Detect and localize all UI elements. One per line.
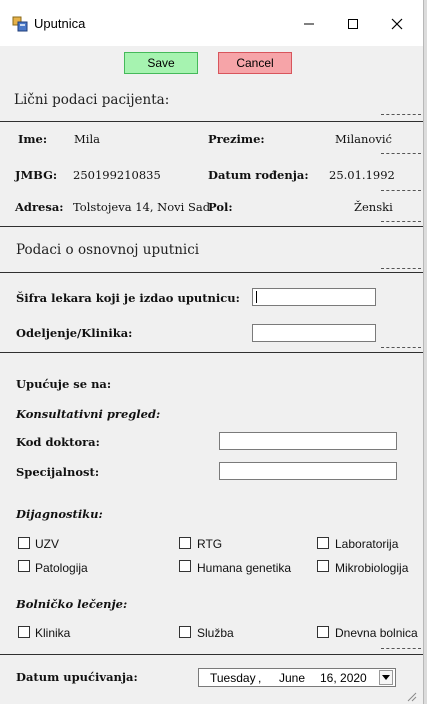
divider xyxy=(0,226,423,227)
specijalnost-input[interactable] xyxy=(219,462,397,480)
klinika-label: Klinika xyxy=(35,626,71,640)
minimize-button[interactable] xyxy=(286,8,332,40)
sifra-lekara-label: Šifra lekara koji je izdao uputnicu: xyxy=(16,291,240,305)
humana-genetika-checkbox[interactable] xyxy=(179,560,191,572)
patologija-checkbox[interactable] xyxy=(18,560,30,572)
dnevna-bolnica-checkbox[interactable] xyxy=(317,626,329,638)
resize-grip-icon[interactable] xyxy=(405,690,417,702)
save-button[interactable]: Save xyxy=(124,52,198,74)
patologija-label: Patologija xyxy=(35,561,88,575)
date-dropdown-button[interactable] xyxy=(379,670,393,685)
rtg-label: RTG xyxy=(197,537,223,551)
maximize-icon xyxy=(348,19,358,29)
pol-value: Ženski xyxy=(354,200,393,214)
sluzba-checkbox[interactable] xyxy=(179,626,191,638)
app-icon xyxy=(12,16,28,32)
konsultativni-heading: Konsultativni pregled: xyxy=(16,407,161,421)
cancel-button[interactable]: Cancel xyxy=(218,52,292,74)
minimize-icon xyxy=(304,23,314,25)
divider xyxy=(0,272,423,273)
date-month[interactable]: June xyxy=(279,671,305,685)
adresa-value: Tolstojeva 14, Novi Sad xyxy=(73,200,211,214)
laboratorija-label: Laboratorija xyxy=(335,537,399,551)
laboratorija-checkbox[interactable] xyxy=(317,537,329,549)
chevron-down-icon xyxy=(382,675,390,680)
ime-value: Mila xyxy=(74,132,100,146)
text-caret xyxy=(256,291,257,303)
date-day-year[interactable]: 16, 2020 xyxy=(320,671,367,685)
adresa-label: Adresa: xyxy=(15,200,64,214)
specijalnost-label: Specijalnost: xyxy=(16,465,100,479)
odeljenje-label: Odeljenje/Klinika: xyxy=(16,326,133,340)
datum-upucivanja-label: Datum upućivanja: xyxy=(16,670,138,684)
date-weekday[interactable]: Tuesday xyxy=(210,671,256,685)
ime-label: Ime: xyxy=(18,132,48,146)
upucuje-heading: Upućuje se na: xyxy=(16,377,112,391)
window-title: Uputnica xyxy=(34,16,86,31)
sluzba-label: Služba xyxy=(197,626,234,640)
referral-section-title: Podaci o osnovnoj uputnici xyxy=(16,242,200,258)
bolnicko-heading: Bolničko lečenje: xyxy=(16,597,128,611)
close-button[interactable] xyxy=(374,8,420,40)
divider-dash xyxy=(381,268,421,269)
divider xyxy=(0,121,423,122)
divider-dash xyxy=(381,221,421,222)
divider-dash xyxy=(381,347,421,348)
title-bar[interactable]: Uputnica xyxy=(0,0,423,46)
jmbg-value: 250199210835 xyxy=(73,168,161,182)
dnevna-bolnica-label: Dnevna bolnica xyxy=(335,626,418,640)
maximize-button[interactable] xyxy=(330,8,376,40)
divider-dash xyxy=(381,190,421,191)
pol-label: Pol: xyxy=(208,200,233,214)
klinika-checkbox[interactable] xyxy=(18,626,30,638)
divider xyxy=(0,654,423,655)
datum-upucivanja-picker[interactable]: Tuesday , June 16, 2020 xyxy=(198,668,396,687)
prezime-value: Milanović xyxy=(335,132,392,146)
jmbg-label: JMBG: xyxy=(15,168,58,182)
sifra-lekara-input[interactable] xyxy=(252,288,376,306)
personal-section-title: Lični podaci pacijenta: xyxy=(14,92,170,108)
close-icon xyxy=(391,18,403,30)
humana-genetika-label: Humana genetika xyxy=(197,561,292,575)
divider xyxy=(0,352,423,353)
kod-doktora-label: Kod doktora: xyxy=(16,435,100,449)
divider-dash xyxy=(381,648,421,649)
odeljenje-input[interactable] xyxy=(252,324,376,342)
datum-rodjenja-value: 25.01.1992 xyxy=(329,168,395,182)
uputnica-window: Uputnica Save Cancel Lični podaci pacije… xyxy=(0,0,424,704)
divider-dash xyxy=(381,114,421,115)
uzv-checkbox[interactable] xyxy=(18,537,30,549)
mikrobiologija-checkbox[interactable] xyxy=(317,560,329,572)
uzv-label: UZV xyxy=(35,537,59,551)
rtg-checkbox[interactable] xyxy=(179,537,191,549)
datum-rodjenja-label: Datum rođenja: xyxy=(208,168,309,182)
prezime-label: Prezime: xyxy=(208,132,265,146)
mikrobiologija-label: Mikrobiologija xyxy=(335,561,409,575)
divider-dash xyxy=(381,153,421,154)
kod-doktora-input[interactable] xyxy=(219,432,397,450)
date-separator: , xyxy=(258,671,262,685)
dijagnostiku-heading: Dijagnostiku: xyxy=(16,507,103,521)
